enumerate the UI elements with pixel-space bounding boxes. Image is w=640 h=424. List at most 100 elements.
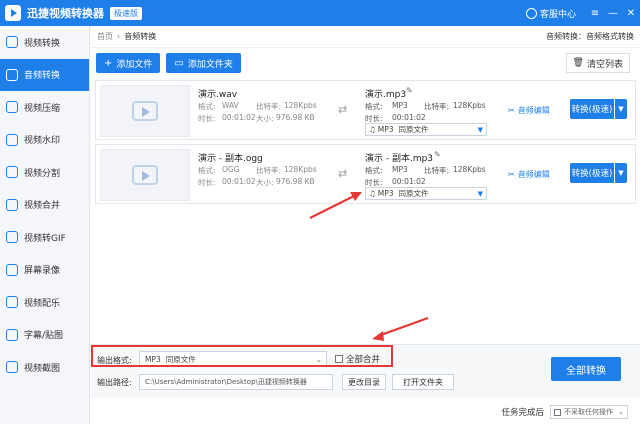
rename-pencil-icon[interactable]: ✎	[406, 86, 413, 95]
plus-icon: +	[104, 57, 113, 69]
breadcrumb-current: 音频转换	[124, 32, 157, 41]
music-icon	[6, 296, 18, 309]
source-duration-label: 时长:	[198, 178, 216, 187]
video-convert-icon	[6, 36, 18, 49]
sidebar-item-label: 屏幕录像	[24, 266, 61, 277]
video-player-icon	[132, 101, 158, 121]
audio-edit-label: 音频编辑	[517, 106, 550, 115]
rename-pencil-icon[interactable]: ✎	[434, 150, 441, 159]
sidebar-item-label: 视频配乐	[24, 298, 61, 309]
sidebar-item-label: 视频转换	[24, 38, 61, 49]
record-icon	[6, 263, 18, 276]
audio-convert-icon	[6, 68, 18, 81]
sidebar-item-watermark[interactable]: 视频水印	[0, 124, 89, 157]
chevron-down-icon: ▼	[477, 189, 483, 198]
minimize-button[interactable]: —	[604, 0, 622, 26]
sidebar-item-subtitle[interactable]: 字幕/贴图	[0, 319, 89, 352]
breadcrumb-separator: ›	[117, 32, 121, 41]
output-bitrate: 128Kpbs	[453, 101, 486, 110]
clear-list-button[interactable]: 🗑 清空列表	[565, 53, 630, 73]
screenshot-icon	[6, 361, 18, 374]
video-player-icon	[132, 165, 158, 185]
file-list: 演示.wav 格式: WAV 比特率: 128Kpbs 时长: 00:01:02…	[95, 80, 636, 342]
sidebar-item-screenshot[interactable]: 视频截图	[0, 351, 89, 384]
change-directory-button[interactable]: 更改目录	[342, 374, 386, 390]
breadcrumb: 首页 › 音频转换 音频转换：音频格式转换	[91, 26, 640, 48]
sidebar-item-label: 视频水印	[24, 136, 61, 147]
sidebar-item-video-convert[interactable]: 视频转换	[0, 26, 89, 59]
output-path-field[interactable]: C:\Users\Administrator\Desktop\迅捷视频转换器	[139, 374, 333, 390]
output-duration: 00:01:02	[392, 177, 426, 186]
watermark-icon	[6, 133, 18, 146]
output-format: MP3	[392, 165, 408, 174]
open-folder-button[interactable]: 打开文件夹	[392, 374, 454, 390]
sidebar-item-merge[interactable]: 视频合并	[0, 189, 89, 222]
sidebar-item-label: 视频合并	[24, 201, 61, 212]
source-format-label: 格式:	[198, 166, 216, 175]
sidebar-item-label: 视频分割	[24, 168, 61, 179]
sidebar-item-label: 字幕/贴图	[24, 331, 64, 342]
source-size-label: 大小:	[256, 114, 274, 123]
source-bitrate-label: 比特率:	[256, 102, 282, 111]
sidebar-item-split[interactable]: 视频分割	[0, 156, 89, 189]
audio-edit-button[interactable]: ✂ 音频编辑	[508, 105, 550, 116]
convert-all-button[interactable]: 全部转换	[551, 357, 621, 381]
source-size-label: 大小:	[256, 178, 274, 187]
audio-edit-button[interactable]: ✂ 音频编辑	[508, 169, 550, 180]
close-button[interactable]: ✕	[622, 0, 640, 26]
merge-icon	[6, 198, 18, 211]
file-row: 演示 - 副本.ogg 格式: OGG 比特率: 128Kpbs 时长: 00:…	[95, 144, 636, 204]
output-format-label: 格式:	[365, 102, 383, 111]
edition-badge: 极速版	[110, 6, 142, 20]
after-task-select[interactable]: 不采取任何操作 ⌄	[550, 405, 628, 419]
source-duration: 00:01:02	[222, 113, 256, 122]
sidebar-item-audio-convert[interactable]: 音频转换	[0, 58, 89, 91]
output-format-select[interactable]: ♫ MP3 同原文件 ▼	[365, 187, 487, 200]
add-folder-button[interactable]: ▭ 添加文件夹	[166, 53, 241, 73]
sidebar-item-gif[interactable]: 视频转GIF	[0, 221, 89, 254]
file-row: 演示.wav 格式: WAV 比特率: 128Kpbs 时长: 00:01:02…	[95, 80, 636, 140]
app-title: 迅捷视频转换器	[27, 7, 104, 20]
output-file-name: 演示.mp3	[365, 90, 407, 100]
source-bitrate-label: 比特率:	[256, 166, 282, 175]
source-bitrate: 128Kpbs	[284, 101, 317, 110]
breadcrumb-home[interactable]: 首页	[97, 31, 113, 42]
source-format: WAV	[222, 101, 239, 110]
compress-icon	[6, 101, 18, 114]
menu-button[interactable]: ≡	[586, 0, 604, 26]
file-thumbnail	[100, 149, 190, 201]
chevron-down-icon: ▼	[618, 105, 624, 113]
toolbar: + 添加文件 ▭ 添加文件夹 🗑 清空列表	[91, 48, 640, 78]
chevron-down-icon: ▼	[618, 169, 624, 177]
sidebar-item-record[interactable]: 屏幕录像	[0, 254, 89, 287]
chevron-down-icon: ▼	[477, 125, 483, 134]
source-file-name: 演示.wav	[198, 90, 238, 100]
sidebar-item-music[interactable]: 视频配乐	[0, 286, 89, 319]
convert-arrow-icon: ⇄	[338, 103, 348, 116]
convert-dropdown-button[interactable]: ▼	[615, 99, 627, 119]
source-bitrate: 128Kpbs	[284, 165, 317, 174]
file-thumbnail	[100, 85, 190, 137]
customer-service-button[interactable]: 客服中心	[525, 7, 576, 20]
output-format-select[interactable]: ♫ MP3 同原文件 ▼	[365, 123, 487, 136]
convert-arrow-icon: ⇄	[338, 167, 348, 180]
convert-dropdown-button[interactable]: ▼	[615, 163, 627, 183]
highlight-box	[91, 345, 393, 367]
output-file-name: 演示 - 副本.mp3	[365, 154, 434, 164]
sidebar-item-label: 音频转换	[24, 71, 61, 82]
output-bitrate: 128Kpbs	[453, 165, 486, 174]
output-format-label: 格式:	[365, 166, 383, 175]
convert-button[interactable]: 转换(极速)	[570, 99, 614, 119]
add-file-button[interactable]: + 添加文件	[96, 53, 161, 73]
audio-edit-label: 音频编辑	[517, 170, 550, 179]
after-task-value: 不采取任何操作	[564, 408, 613, 416]
scissors-icon: ✂	[508, 170, 515, 179]
source-size: 976.98 KB	[276, 113, 315, 122]
gif-icon	[6, 231, 18, 244]
convert-button[interactable]: 转换(极速)	[570, 163, 614, 183]
quality-select-value: 同原文件	[398, 125, 429, 134]
sidebar-item-compress[interactable]: 视频压缩	[0, 91, 89, 124]
add-folder-label: 添加文件夹	[187, 59, 233, 70]
source-format-label: 格式:	[198, 102, 216, 111]
split-icon	[6, 166, 18, 179]
